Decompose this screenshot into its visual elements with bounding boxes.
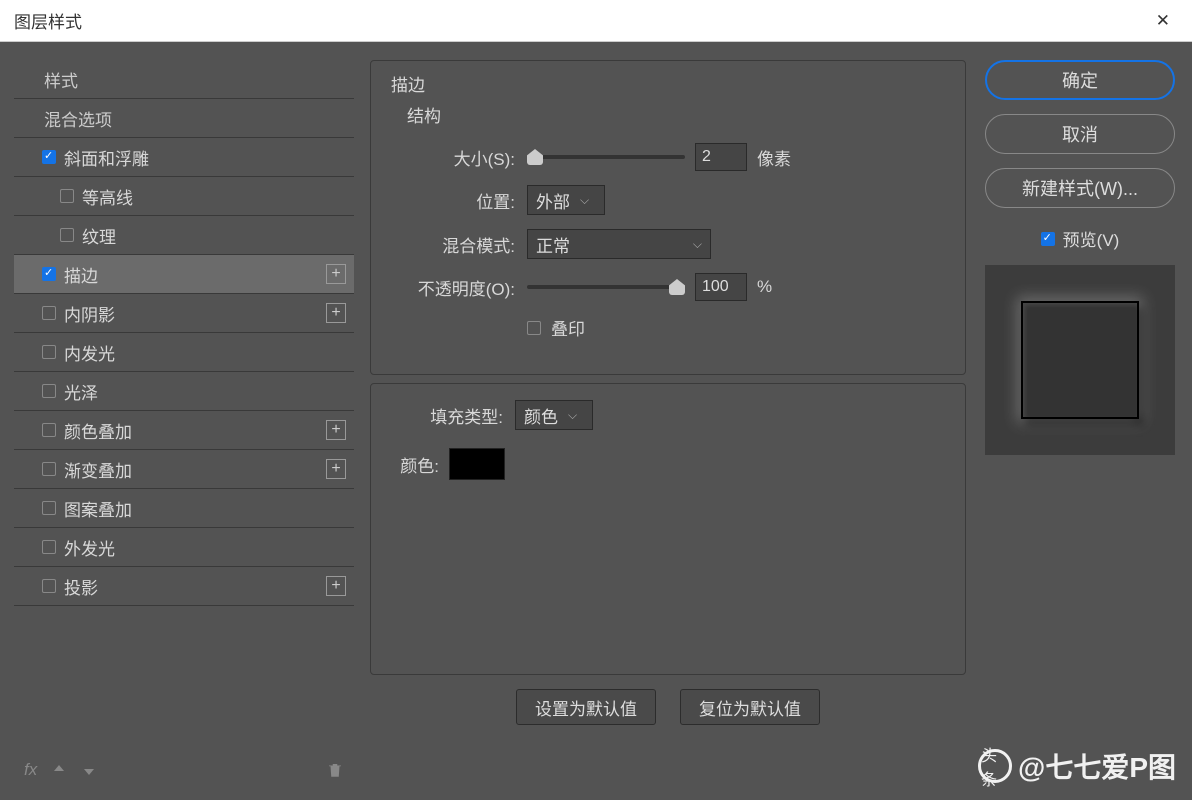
add-effect-icon[interactable]: + (326, 264, 346, 284)
checkbox-icon[interactable] (42, 540, 56, 554)
title-bar: 图层样式 ✕ (0, 0, 1192, 42)
sidebar-item-contour[interactable]: 等高线 (14, 177, 354, 216)
checkbox-icon[interactable] (42, 579, 56, 593)
add-effect-icon[interactable]: + (326, 576, 346, 596)
sidebar-item-drop-shadow[interactable]: 投影 + (14, 567, 354, 606)
sidebar-item-satin[interactable]: 光泽 (14, 372, 354, 411)
sidebar-item-pattern-overlay[interactable]: 图案叠加 (14, 489, 354, 528)
blend-mode-select[interactable]: 正常⌵ (527, 229, 711, 259)
sidebar-item-stroke[interactable]: 描边 + (14, 255, 354, 294)
opacity-slider[interactable] (527, 285, 685, 289)
new-style-button[interactable]: 新建样式(W)... (985, 168, 1175, 208)
set-default-button[interactable]: 设置为默认值 (516, 689, 656, 725)
watermark: 头条 @七七爱P图 (978, 746, 1176, 786)
sidebar-item-bevel[interactable]: 斜面和浮雕 (14, 138, 354, 177)
sidebar-item-inner-shadow[interactable]: 内阴影 + (14, 294, 354, 333)
checkbox-icon[interactable] (42, 423, 56, 437)
fill-type-select[interactable]: 颜色⌵ (515, 400, 593, 430)
add-effect-icon[interactable]: + (326, 459, 346, 479)
cancel-button[interactable]: 取消 (985, 114, 1175, 154)
ok-button[interactable]: 确定 (985, 60, 1175, 100)
opacity-label: 不透明度(O): (385, 275, 515, 300)
add-effect-icon[interactable]: + (326, 420, 346, 440)
panel-subtitle: 结构 (407, 102, 951, 127)
sidebar-item-inner-glow[interactable]: 内发光 (14, 333, 354, 372)
checkbox-icon[interactable] (42, 462, 56, 476)
overprint-checkbox[interactable] (527, 321, 541, 335)
fx-menu-icon[interactable]: fx (24, 760, 37, 780)
checkbox-icon[interactable] (60, 228, 74, 242)
panel-title: 描边 (391, 71, 951, 96)
size-unit: 像素 (757, 145, 791, 170)
size-label: 大小(S): (385, 145, 515, 170)
sidebar-header-styles[interactable]: 样式 (14, 60, 354, 99)
chevron-down-icon: ⌵ (580, 193, 589, 208)
sidebar-item-texture[interactable]: 纹理 (14, 216, 354, 255)
close-icon[interactable]: ✕ (1148, 7, 1178, 35)
color-swatch[interactable] (449, 448, 505, 480)
sidebar-item-color-overlay[interactable]: 颜色叠加 + (14, 411, 354, 450)
overprint-label: 叠印 (551, 315, 585, 340)
opacity-unit: % (757, 277, 772, 297)
chevron-down-icon: ⌵ (693, 237, 702, 252)
sidebar-item-outer-glow[interactable]: 外发光 (14, 528, 354, 567)
checkbox-icon[interactable] (60, 189, 74, 203)
preview-label: 预览(V) (1063, 226, 1120, 251)
preview-thumbnail (985, 265, 1175, 455)
checkbox-icon[interactable] (42, 267, 56, 281)
checkbox-icon[interactable] (42, 150, 56, 164)
sidebar-header-blend[interactable]: 混合选项 (14, 99, 354, 138)
checkbox-icon[interactable] (42, 384, 56, 398)
opacity-input[interactable] (695, 273, 747, 301)
fill-type-label: 填充类型: (385, 403, 503, 428)
trash-icon[interactable] (326, 761, 344, 779)
window-title: 图层样式 (14, 8, 82, 33)
position-select[interactable]: 外部⌵ (527, 185, 605, 215)
preview-checkbox[interactable] (1041, 232, 1055, 246)
size-input[interactable] (695, 143, 747, 171)
position-label: 位置: (385, 188, 515, 213)
checkbox-icon[interactable] (42, 306, 56, 320)
color-label: 颜色: (385, 452, 439, 477)
sidebar-item-gradient-overlay[interactable]: 渐变叠加 + (14, 450, 354, 489)
size-slider[interactable] (527, 155, 685, 159)
blend-mode-label: 混合模式: (385, 232, 515, 257)
sidebar-footer: fx (14, 750, 354, 790)
settings-panel: 描边 结构 大小(S): 像素 位置: 外部⌵ 混合模式: 正常⌵ (370, 60, 966, 790)
checkbox-icon[interactable] (42, 345, 56, 359)
add-effect-icon[interactable]: + (326, 303, 346, 323)
arrow-up-icon[interactable] (51, 762, 67, 778)
reset-default-button[interactable]: 复位为默认值 (680, 689, 820, 725)
arrow-down-icon[interactable] (81, 762, 97, 778)
checkbox-icon[interactable] (42, 501, 56, 515)
chevron-down-icon: ⌵ (568, 408, 577, 423)
action-column: 确定 取消 新建样式(W)... 预览(V) (982, 60, 1178, 790)
styles-sidebar: 样式 混合选项 斜面和浮雕 等高线 纹理 描边 + 内阴影 (14, 60, 354, 790)
